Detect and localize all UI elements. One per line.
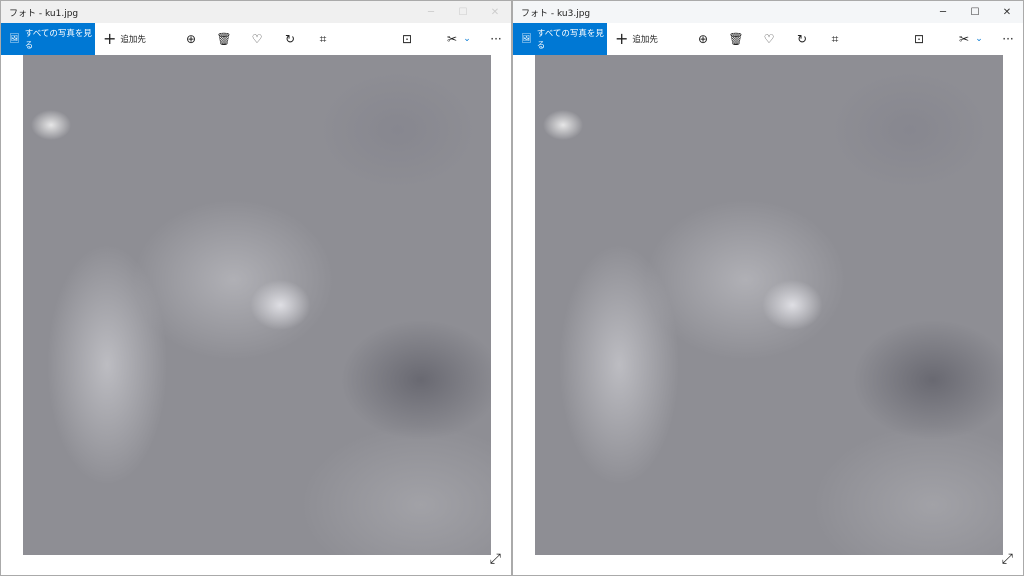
zoom-icon[interactable]: ⊕ [695, 31, 711, 47]
see-all-label: すべての写真を見る [24, 29, 92, 51]
heart-icon[interactable]: ♡ [761, 31, 777, 47]
toolbar: 🖼 すべての写真を見る + 追加先 ⊕ 🗑 ♡ ↻ ⌗ ⊡ ✂ ⌄ ··· [1, 23, 511, 55]
crop-icon[interactable]: ⌗ [827, 31, 843, 47]
see-all-photos-button[interactable]: 🖼 すべての写真を見る [513, 23, 607, 55]
toolbar: 🖼 すべての写真を見る + 追加先 ⊕ 🗑 ♡ ↻ ⌗ ⊡ ✂ ⌄ ··· [513, 23, 1023, 55]
plus-icon: + [615, 29, 629, 48]
plus-icon: + [103, 29, 117, 48]
window-title: フォト - ku1.jpg [9, 8, 79, 19]
more-button[interactable]: ··· [1000, 31, 1016, 47]
photo-icon: 🖼 [9, 34, 20, 44]
rotate-icon[interactable]: ↻ [794, 31, 810, 47]
enhance-icon[interactable]: ⊡ [911, 31, 927, 47]
chevron-down-icon[interactable]: ⌄ [459, 31, 475, 47]
edit-icon[interactable]: ✂ [956, 31, 972, 47]
see-all-photos-button[interactable]: 🖼 すべての写真を見る [1, 23, 95, 55]
add-to-label: 追加先 [632, 35, 658, 45]
minimize-button[interactable]: ─ [927, 1, 959, 23]
chevron-down-icon[interactable]: ⌄ [971, 31, 987, 47]
delete-icon[interactable]: 🗑 [728, 31, 744, 47]
fullscreen-icon[interactable]: ⤢ [490, 551, 501, 567]
enhance-icon[interactable]: ⊡ [399, 31, 415, 47]
add-to-button[interactable]: + 追加先 [103, 31, 146, 47]
rotate-icon[interactable]: ↻ [282, 31, 298, 47]
photo-image[interactable] [23, 55, 491, 555]
see-all-label: すべての写真を見る [536, 29, 604, 51]
more-button[interactable]: ··· [488, 31, 504, 47]
title-bar[interactable]: フォト - ku3.jpg ─ ☐ ✕ [513, 1, 1023, 23]
heart-icon[interactable]: ♡ [249, 31, 265, 47]
maximize-button[interactable]: ☐ [447, 1, 479, 23]
zoom-icon[interactable]: ⊕ [183, 31, 199, 47]
close-button[interactable]: ✕ [479, 1, 511, 23]
minimize-button[interactable]: ─ [415, 1, 447, 23]
title-bar[interactable]: フォト - ku1.jpg ─ ☐ ✕ [1, 1, 511, 23]
photos-window-ku3: フォト - ku3.jpg ─ ☐ ✕ 🖼 すべての写真を見る + 追加先 ⊕ 🗑 … [512, 0, 1024, 576]
crop-icon[interactable]: ⌗ [315, 31, 331, 47]
photo-image[interactable] [535, 55, 1003, 555]
photo-icon: 🖼 [521, 34, 532, 44]
add-to-label: 追加先 [120, 35, 146, 45]
window-title: フォト - ku3.jpg [521, 8, 591, 19]
photos-window-ku1: フォト - ku1.jpg ─ ☐ ✕ 🖼 すべての写真を見る + 追加先 ⊕ 🗑 … [0, 0, 512, 576]
edit-icon[interactable]: ✂ [444, 31, 460, 47]
maximize-button[interactable]: ☐ [959, 1, 991, 23]
delete-icon[interactable]: 🗑 [216, 31, 232, 47]
fullscreen-icon[interactable]: ⤢ [1002, 551, 1013, 567]
add-to-button[interactable]: + 追加先 [615, 31, 658, 47]
close-button[interactable]: ✕ [991, 1, 1023, 23]
